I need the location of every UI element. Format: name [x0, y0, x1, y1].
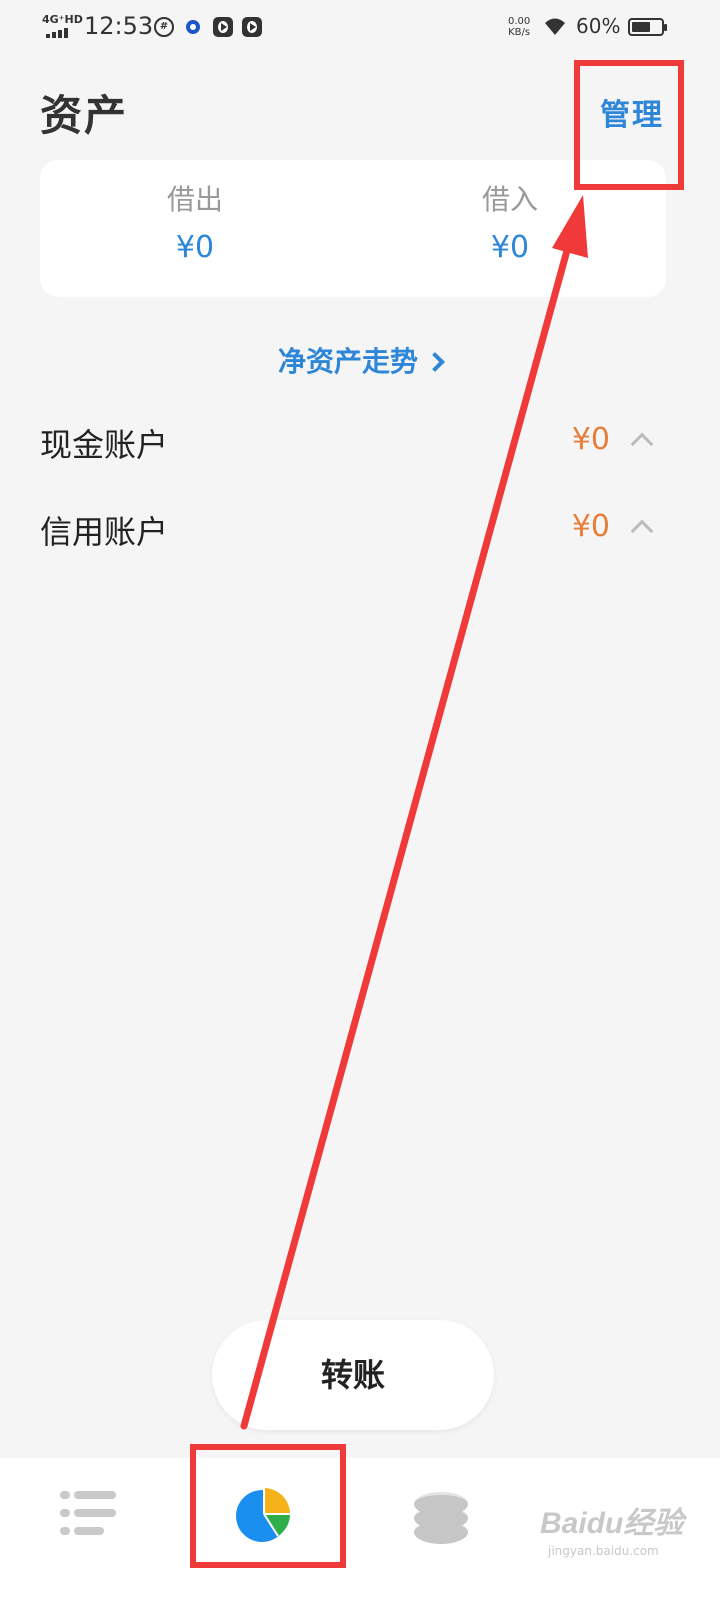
- network-speed: 0.00 KB/s: [508, 16, 530, 38]
- lent-value: ¥0: [175, 230, 215, 265]
- chevron-up-icon[interactable]: [630, 519, 654, 543]
- net-asset-trend-link[interactable]: 净资产走势: [0, 340, 720, 380]
- speed-value: 0.00: [508, 16, 531, 27]
- video-app-icon: [242, 17, 262, 37]
- network-indicator: 4G⁺HD: [42, 13, 83, 26]
- battery-percent: 60%: [576, 14, 621, 38]
- speed-unit: KB/s: [508, 27, 531, 38]
- wifi-icon: [545, 18, 565, 35]
- signal-icon: [46, 28, 72, 38]
- chevron-up-icon[interactable]: [630, 432, 654, 456]
- transfer-button[interactable]: 转账: [212, 1320, 494, 1430]
- video-app-icon: [213, 17, 233, 37]
- clock: 12:53: [84, 12, 154, 40]
- account-row-credit[interactable]: 信用账户 ¥0: [40, 497, 670, 557]
- borrowed-value: ¥0: [490, 230, 530, 265]
- highlight-box-assets-tab: [190, 1444, 346, 1568]
- tab-transactions[interactable]: [0, 1458, 180, 1600]
- watermark-url: jingyan.baidu.com: [548, 1544, 659, 1558]
- account-row-cash[interactable]: 现金账户 ¥0: [40, 410, 670, 470]
- chevron-right-icon: [425, 352, 445, 372]
- trend-link-label: 净资产走势: [277, 345, 418, 378]
- app-notification-icon: [186, 20, 200, 34]
- watermark-brand: Baidu经验: [540, 1507, 684, 1540]
- highlight-box-manage: [574, 60, 684, 190]
- list-icon: [60, 1491, 116, 1539]
- borrowed-summary[interactable]: 借入 ¥0: [410, 178, 610, 265]
- app-notification-icon: #: [154, 17, 174, 37]
- page-title: 资产: [40, 91, 129, 140]
- lent-summary[interactable]: 借出 ¥0: [95, 178, 295, 265]
- lend-borrow-card: 借出 ¥0 借入 ¥0: [40, 160, 666, 297]
- account-amount: ¥0: [571, 509, 610, 544]
- account-name: 现金账户: [40, 426, 169, 464]
- watermark: Baidu经验 jingyan.baidu.com: [540, 1498, 720, 1558]
- account-amount: ¥0: [571, 422, 610, 457]
- account-name: 信用账户: [40, 513, 169, 551]
- battery-icon: [628, 18, 667, 36]
- lent-label: 借出: [166, 183, 223, 216]
- coins-icon: [414, 1484, 468, 1544]
- status-bar: 4G⁺HD 12:53 # 0.00 KB/s 60%: [0, 0, 720, 56]
